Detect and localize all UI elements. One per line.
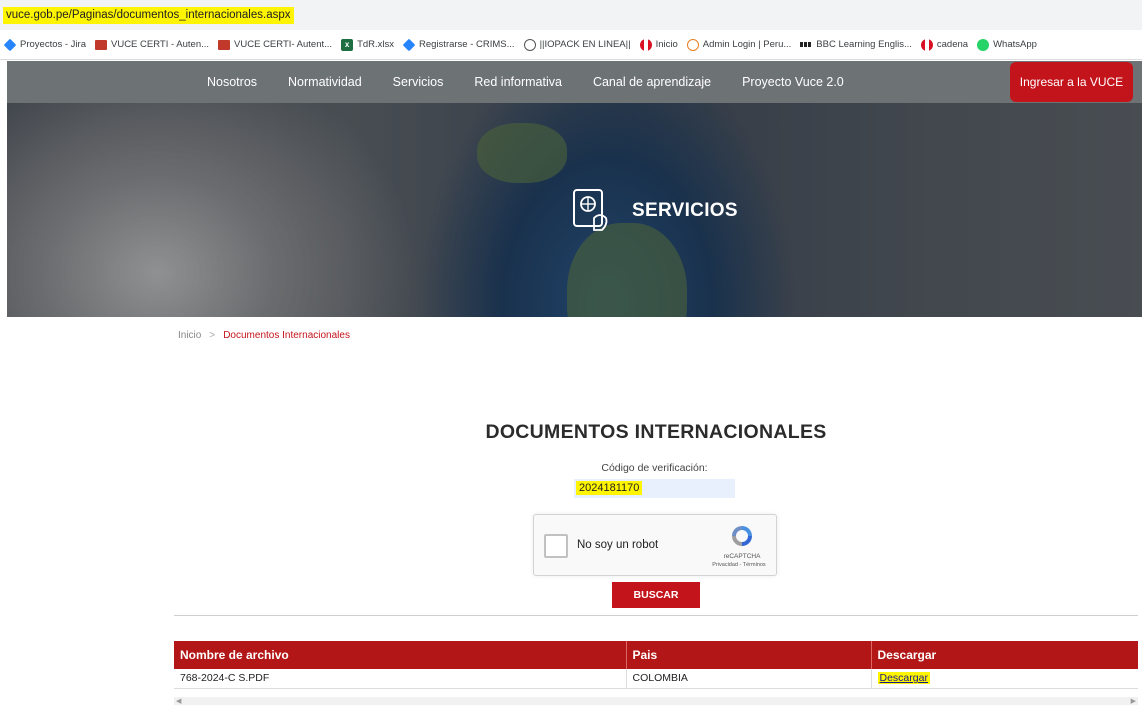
bookmark-label: BBC Learning Englis... <box>816 39 912 50</box>
bookmark-inicio[interactable]: Inicio <box>639 38 678 51</box>
search-button[interactable]: BUSCAR <box>612 582 700 608</box>
bookmark-admin-login[interactable]: Admin Login | Peru... <box>686 38 792 51</box>
recaptcha-widget: No soy un robot reCAPTCHA Privacidad - T… <box>533 514 777 576</box>
column-header-download: Descargar <box>871 641 1138 669</box>
recaptcha-logo-icon <box>732 526 752 546</box>
breadcrumb-home[interactable]: Inicio <box>178 330 201 341</box>
login-vuce-button[interactable]: Ingresar a la VUCE <box>1010 62 1133 102</box>
nav-menu: Nosotros Normatividad Servicios Red info… <box>207 61 875 103</box>
vuce-icon <box>218 39 231 50</box>
url-text[interactable]: vuce.gob.pe/Paginas/documentos_internaci… <box>3 7 294 24</box>
bookmark-label: Inicio <box>655 39 678 50</box>
bookmark-vuce-certi-1[interactable]: VUCE CERTI - Auten... <box>95 39 209 50</box>
bookmark-tdr[interactable]: x TdR.xlsx <box>341 38 395 51</box>
cell-download: Descargar <box>871 669 1138 689</box>
jira-icon <box>3 38 17 51</box>
bookmark-label: Admin Login | Peru... <box>702 39 792 50</box>
bookmarks-bar: Proyectos - Jira VUCE CERTI - Auten... V… <box>0 30 1142 60</box>
scroll-left-icon[interactable]: ◀ <box>176 697 181 705</box>
results-table: Nombre de archivo Pais Descargar 768-202… <box>174 641 1138 689</box>
horizontal-scrollbar[interactable]: ◀ ▶ <box>174 697 1138 705</box>
passport-icon <box>573 189 608 231</box>
bookmark-crims[interactable]: Registrarse - CRIMS... <box>402 38 515 51</box>
bookmark-cadena[interactable]: cadena <box>920 38 969 51</box>
nav-item-proyecto-vuce[interactable]: Proyecto Vuce 2.0 <box>742 75 844 89</box>
bookmark-label: WhatsApp <box>993 39 1037 50</box>
page-title: DOCUMENTOS INTERNACIONALES <box>485 421 827 443</box>
excel-icon: x <box>341 38 354 51</box>
peru-icon <box>920 38 933 51</box>
nav-item-canal-aprendizaje[interactable]: Canal de aprendizaje <box>593 75 711 89</box>
bookmark-vuce-certi-2[interactable]: VUCE CERTI- Autent... <box>218 39 332 50</box>
section-divider <box>174 615 1138 616</box>
breadcrumb-current: Documentos Internacionales <box>223 330 350 341</box>
bookmark-bbc[interactable]: BBC Learning Englis... <box>800 39 912 50</box>
whatsapp-icon <box>977 38 990 51</box>
column-header-filename: Nombre de archivo <box>174 641 627 669</box>
bookmark-jira[interactable]: Proyectos - Jira <box>3 38 86 51</box>
nav-item-red-informativa[interactable]: Red informativa <box>474 75 562 89</box>
bookmark-iopack[interactable]: ||IOPACK EN LINEA|| <box>523 38 631 51</box>
nav-item-normatividad[interactable]: Normatividad <box>288 75 362 89</box>
globe-icon <box>523 38 536 51</box>
download-link[interactable]: Descargar <box>877 672 930 685</box>
cell-filename: 768-2024-C S.PDF <box>174 669 627 689</box>
verification-code-label: Código de verificación: <box>601 462 708 474</box>
column-header-country: Pais <box>626 641 872 669</box>
bbc-icon <box>800 42 813 47</box>
nav-item-servicios[interactable]: Servicios <box>393 75 444 89</box>
bookmark-label: VUCE CERTI - Auten... <box>111 39 210 50</box>
cell-country: COLOMBIA <box>626 669 872 689</box>
bookmark-label: ||IOPACK EN LINEA|| <box>539 39 631 50</box>
bookmark-label: VUCE CERTI- Autent... <box>234 39 333 50</box>
bookmark-whatsapp[interactable]: WhatsApp <box>977 38 1037 51</box>
browser-url-bar[interactable]: vuce.gob.pe/Paginas/documentos_internaci… <box>0 0 1142 30</box>
hero-banner: SERVICIOS <box>7 103 1142 317</box>
scroll-right-icon[interactable]: ▶ <box>1131 697 1136 705</box>
recaptcha-brand: reCAPTCHA <box>723 553 761 560</box>
peru-icon <box>639 38 652 51</box>
jira-icon <box>402 38 416 51</box>
verification-code-value[interactable]: 2024181170 <box>576 481 643 495</box>
table-header-row: Nombre de archivo Pais Descargar <box>174 641 1138 669</box>
admin-icon <box>686 38 699 51</box>
breadcrumb-separator: > <box>209 330 216 341</box>
bookmark-label: Registrarse - CRIMS... <box>419 39 515 50</box>
table-row: 768-2024-C S.PDF COLOMBIA Descargar <box>174 669 1138 689</box>
site-nav: Nosotros Normatividad Servicios Red info… <box>7 61 1142 103</box>
hero-title: SERVICIOS <box>632 200 738 221</box>
nav-item-nosotros[interactable]: Nosotros <box>207 75 257 89</box>
vuce-icon <box>95 39 107 50</box>
recaptcha-label: No soy un robot <box>577 539 659 551</box>
bookmark-label: cadena <box>936 39 969 50</box>
recaptcha-terms[interactable]: Privacidad - Términos <box>704 562 774 568</box>
recaptcha-checkbox[interactable] <box>544 534 568 558</box>
breadcrumb: Inicio > Documentos Internacionales <box>178 330 350 341</box>
bookmark-label: TdR.xlsx <box>357 39 395 50</box>
bookmark-label: Proyectos - Jira <box>20 39 86 50</box>
